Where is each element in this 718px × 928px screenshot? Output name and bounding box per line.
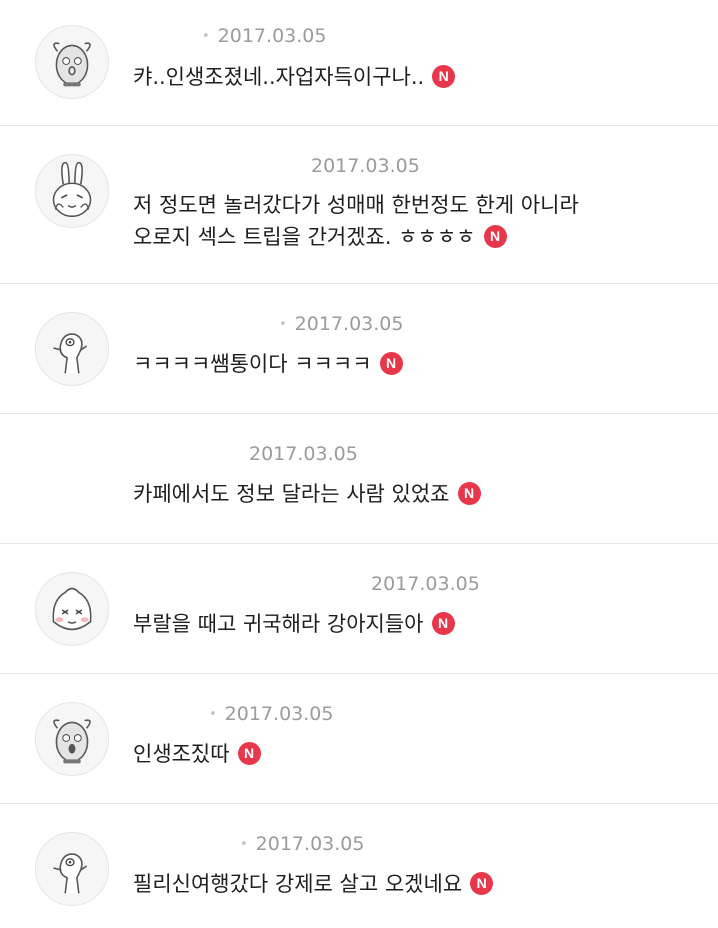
separator-dot: •: [279, 317, 287, 332]
comment-item: • 2017.03.05 ㅋㅋㅋㅋ쌤통이다 ㅋㅋㅋㅋ N: [0, 284, 718, 414]
comment-text: 캬..인생조졌네..자업자득이구나.. N: [133, 61, 673, 93]
new-badge: N: [432, 65, 456, 88]
comment-text: 부랄을 때고 귀국해라 강아지들아 N: [133, 608, 673, 640]
new-badge: N: [483, 225, 507, 248]
muzi-avatar-icon[interactable]: [35, 312, 109, 386]
comment-body-line2: 오로지 섹스 트립을 간거겠죠. ㅎㅎㅎㅎ: [133, 225, 476, 249]
comment-body: ㅋㅋㅋㅋ쌤통이다 ㅋㅋㅋㅋ: [133, 352, 372, 376]
comment-body: 필리신여행갔다 강제로 살고 오겠네요: [133, 872, 463, 896]
comment-date: 2017.03.05: [249, 443, 358, 465]
comment-meta: • 2017.03.05: [202, 22, 326, 50]
new-badge: N: [237, 742, 261, 765]
comment-meta: • 2017.03.05: [279, 310, 403, 338]
comment-date: 2017.03.05: [224, 703, 334, 725]
comment-body: 저 정도면 놀러갔다가 성매매 한번정도 한게 아니라: [133, 193, 579, 217]
comment-date: 2017.03.05: [217, 25, 327, 47]
comment-text: 필리신여행갔다 강제로 살고 오겠네요 N: [133, 868, 673, 900]
comment-meta: 2017.03.05: [249, 440, 358, 468]
comment-item: 2017.03.05 부랄을 때고 귀국해라 강아지들아 N: [0, 544, 718, 674]
comment-meta: • 2017.03.05: [240, 830, 364, 858]
comment-date: 2017.03.05: [311, 155, 420, 177]
comment-meta: 2017.03.05: [371, 570, 480, 598]
dog-avatar-icon[interactable]: [35, 702, 109, 776]
comment-meta: 2017.03.05: [311, 152, 420, 180]
comment-body: 캬..인생조졌네..자업자득이구나..: [133, 65, 425, 89]
rabbit-avatar-icon[interactable]: [35, 154, 109, 228]
separator-dot: •: [240, 837, 248, 852]
comment-item: 2017.03.05 저 정도면 놀러갔다가 성매매 한번정도 한게 아니라 오…: [0, 126, 718, 284]
comment-item: 2017.03.05 카페에서도 정보 달라는 사람 있었죠 N: [0, 414, 718, 544]
new-badge: N: [470, 872, 494, 895]
comment-item: • 2017.03.05 필리신여행갔다 강제로 살고 오겠네요 N: [0, 804, 718, 928]
comment-text: 인생조짔따 N: [133, 738, 673, 770]
separator-dot: •: [202, 29, 210, 44]
comment-text: ㅋㅋㅋㅋ쌤통이다 ㅋㅋㅋㅋ N: [133, 348, 673, 380]
new-badge: N: [431, 612, 455, 635]
comment-date: 2017.03.05: [371, 573, 480, 595]
new-badge: N: [457, 482, 481, 505]
comment-item: • 2017.03.05 캬..인생조졌네..자업자득이구나.. N: [0, 0, 718, 126]
comment-date: 2017.03.05: [294, 313, 404, 335]
separator-dot: •: [209, 707, 217, 722]
comment-body: 부랄을 때고 귀국해라 강아지들아: [133, 612, 424, 636]
comment-body: 카페에서도 정보 달라는 사람 있었죠: [133, 482, 450, 506]
muzi-avatar-icon[interactable]: [35, 832, 109, 906]
comment-meta: • 2017.03.05: [209, 700, 333, 728]
comment-text: 카페에서도 정보 달라는 사람 있었죠 N: [133, 478, 673, 510]
comment-item: • 2017.03.05 인생조짔따 N: [0, 674, 718, 804]
dog-avatar-icon[interactable]: [35, 25, 109, 99]
comment-text: 저 정도면 놀러갔다가 성매매 한번정도 한게 아니라 오로지 섹스 트립을 간…: [133, 189, 673, 253]
comment-date: 2017.03.05: [255, 833, 365, 855]
new-badge: N: [379, 352, 403, 375]
comment-body: 인생조짔따: [133, 742, 230, 766]
peach-avatar-icon[interactable]: [35, 572, 109, 646]
